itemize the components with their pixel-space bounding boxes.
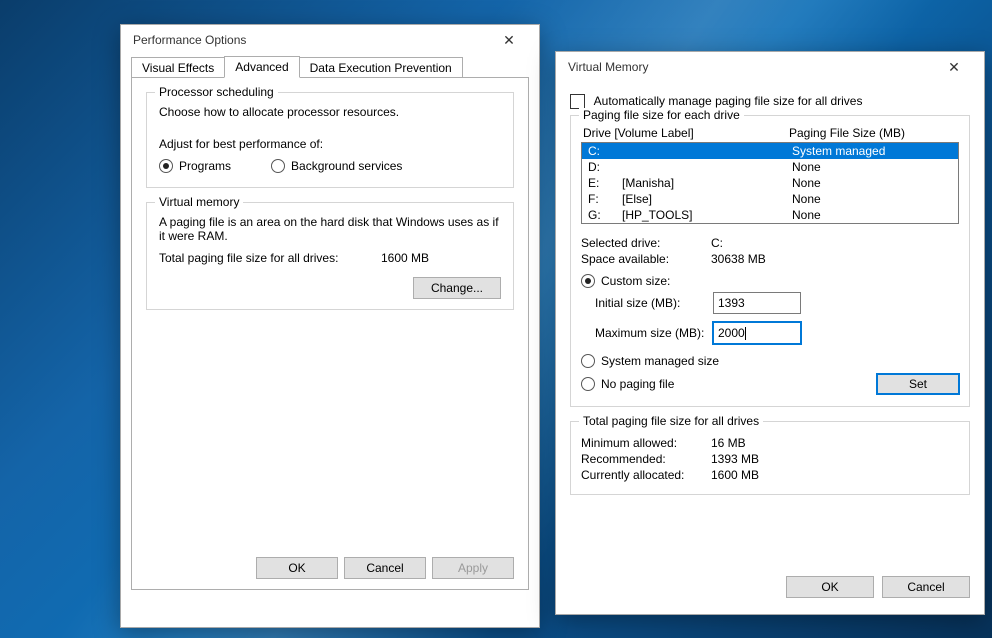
tab-visual-effects[interactable]: Visual Effects [131, 57, 225, 78]
change-button[interactable]: Change... [413, 277, 501, 299]
titlebar-performance-options[interactable]: Performance Options ✕ [121, 25, 539, 55]
processor-desc: Choose how to allocate processor resourc… [159, 105, 501, 119]
window-title: Virtual Memory [568, 60, 648, 74]
radio-programs[interactable]: Programs [159, 159, 231, 173]
auto-manage-label: Automatically manage paging file size fo… [594, 94, 863, 108]
space-available-label: Space available: [581, 252, 711, 266]
drive-letter: C: [588, 143, 622, 159]
radio-label-programs: Programs [179, 159, 231, 173]
min-allowed-value: 16 MB [711, 436, 746, 450]
window-title: Performance Options [133, 33, 246, 47]
recommended-value: 1393 MB [711, 452, 759, 466]
radio-icon [271, 159, 285, 173]
min-allowed-label: Minimum allowed: [581, 436, 711, 450]
maximum-size-input[interactable]: 2000 [713, 322, 801, 344]
drive-letter: D: [588, 159, 622, 175]
group-legend-processor: Processor scheduling [155, 85, 278, 99]
performance-options-window: Performance Options ✕ Visual Effects Adv… [120, 24, 540, 628]
cancel-button[interactable]: Cancel [344, 557, 426, 579]
selected-drive-label: Selected drive: [581, 236, 711, 250]
group-processor-scheduling: Processor scheduling Choose how to alloc… [146, 92, 514, 188]
drive-volume-label: [Else] [622, 191, 792, 207]
group-legend-per-drive: Paging file size for each drive [579, 108, 744, 122]
drive-paging-size: None [792, 191, 952, 207]
drive-row[interactable]: E:[Manisha]None [582, 175, 958, 191]
drive-paging-size: None [792, 159, 952, 175]
vm-total-value: 1600 MB [381, 251, 501, 265]
group-legend-vm: Virtual memory [155, 195, 243, 209]
drive-volume-label [622, 143, 792, 159]
radio-system-managed[interactable]: System managed size [581, 354, 959, 368]
ok-button[interactable]: OK [256, 557, 338, 579]
drive-volume-label: [HP_TOOLS] [622, 207, 792, 223]
drive-letter: G: [588, 207, 622, 223]
vm-body: Automatically manage paging file size fo… [556, 82, 984, 610]
drive-paging-size: None [792, 207, 952, 223]
tab-dep[interactable]: Data Execution Prevention [299, 57, 463, 78]
radio-icon [581, 377, 595, 391]
checkbox-icon [570, 94, 585, 109]
close-icon[interactable]: ✕ [932, 52, 976, 82]
maximum-size-label: Maximum size (MB): [595, 326, 713, 340]
maximum-size-value: 2000 [718, 326, 745, 340]
drive-volume-label [622, 159, 792, 175]
drive-letter: E: [588, 175, 622, 191]
radio-background-services[interactable]: Background services [271, 159, 402, 173]
header-size: Paging File Size (MB) [789, 126, 959, 140]
group-paging-per-drive: Paging file size for each drive Drive [V… [570, 115, 970, 407]
tab-panel-advanced: Processor scheduling Choose how to alloc… [131, 77, 529, 590]
drive-row[interactable]: C: System managed [582, 143, 958, 159]
radio-custom-size[interactable]: Custom size: [581, 274, 959, 288]
currently-allocated-label: Currently allocated: [581, 468, 711, 482]
currently-allocated-value: 1600 MB [711, 468, 759, 482]
titlebar-virtual-memory[interactable]: Virtual Memory ✕ [556, 52, 984, 82]
auto-manage-row[interactable]: Automatically manage paging file size fo… [570, 94, 970, 109]
radio-label-background: Background services [291, 159, 402, 173]
cancel-button[interactable]: Cancel [882, 576, 970, 598]
drive-row[interactable]: G:[HP_TOOLS]None [582, 207, 958, 223]
ok-button[interactable]: OK [786, 576, 874, 598]
drive-paging-size: None [792, 175, 952, 191]
adjust-label: Adjust for best performance of: [159, 137, 501, 151]
radio-label-custom: Custom size: [601, 274, 670, 288]
group-legend-total: Total paging file size for all drives [579, 414, 763, 428]
drive-paging-size: System managed [792, 143, 952, 159]
drive-volume-label: [Manisha] [622, 175, 792, 191]
dialog-footer-buttons: OK Cancel Apply [256, 557, 514, 579]
set-button[interactable]: Set [877, 374, 959, 394]
radio-label-sys-managed: System managed size [601, 354, 719, 368]
drive-row[interactable]: F:[Else]None [582, 191, 958, 207]
vm-total-label: Total paging file size for all drives: [159, 251, 381, 265]
radio-icon [581, 274, 595, 288]
initial-size-label: Initial size (MB): [595, 296, 713, 310]
drive-letter: F: [588, 191, 622, 207]
group-virtual-memory: Virtual memory A paging file is an area … [146, 202, 514, 310]
header-drive: Drive [Volume Label] [583, 126, 789, 140]
tab-advanced[interactable]: Advanced [224, 56, 299, 78]
recommended-label: Recommended: [581, 452, 711, 466]
radio-label-no-paging: No paging file [601, 377, 674, 391]
space-available-value: 30638 MB [711, 252, 766, 266]
group-total-paging: Total paging file size for all drives Mi… [570, 421, 970, 495]
virtual-memory-window: Virtual Memory ✕ Automatically manage pa… [555, 51, 985, 615]
initial-size-input[interactable] [713, 292, 801, 314]
drive-row[interactable]: D: None [582, 159, 958, 175]
close-icon[interactable]: ✕ [487, 25, 531, 55]
radio-icon [159, 159, 173, 173]
apply-button[interactable]: Apply [432, 557, 514, 579]
drive-listbox[interactable]: C:System managedD:NoneE:[Manisha]NoneF:[… [581, 142, 959, 224]
tabstrip: Visual Effects Advanced Data Execution P… [121, 55, 539, 77]
selected-drive-value: C: [711, 236, 723, 250]
text-cursor [745, 327, 746, 340]
vm-desc: A paging file is an area on the hard dis… [159, 215, 501, 243]
radio-icon [581, 354, 595, 368]
radio-no-paging[interactable]: No paging file [581, 377, 877, 391]
